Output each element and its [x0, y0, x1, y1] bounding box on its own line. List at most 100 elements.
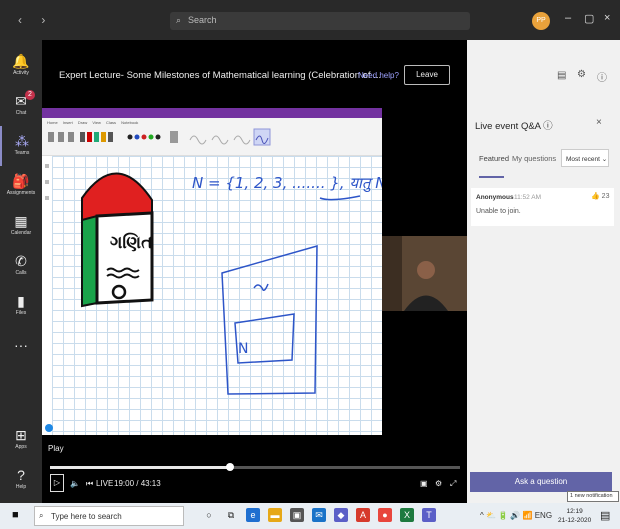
excel-icon[interactable]: X [400, 508, 414, 522]
minimize-icon[interactable]: – [565, 12, 571, 24]
question-author: Anonymous [476, 194, 514, 201]
cortana-icon[interactable]: ○ [202, 508, 216, 522]
gear-icon[interactable]: ⚙ [577, 69, 586, 80]
file-icon: ▮ [17, 293, 25, 309]
tab-my-questions[interactable]: My questions [512, 154, 556, 163]
live-label[interactable]: LIVE [96, 479, 113, 488]
avatar[interactable]: PP [532, 12, 550, 30]
rail-item-calls[interactable]: ✆ Calls [0, 246, 42, 286]
presenter-figure [382, 236, 467, 311]
backpack-icon: 🎒 [12, 173, 30, 189]
rail-label: Chat [15, 110, 27, 116]
question-text: Unable to join. [476, 208, 521, 215]
thumbs-up-icon: 👍 [591, 193, 600, 200]
play-tooltip: Play [48, 444, 64, 453]
rail-label: Calls [15, 270, 27, 276]
mail-icon[interactable]: ✉ [312, 508, 326, 522]
edge-icon[interactable]: e [246, 508, 260, 522]
question-card: Anonymous 11:52 AM 👍 23 Unable to join. [471, 188, 614, 226]
book-title: ગણિત [110, 232, 152, 253]
captions-icon[interactable]: ▣ [420, 479, 428, 488]
search-input[interactable]: ⌕ Search [170, 12, 470, 30]
close-icon[interactable]: × [604, 12, 610, 24]
rail-item-chat[interactable]: ✉ Chat 2 [0, 86, 42, 126]
player-controls: ▷ 🔈 ⏮ LIVE 19:00 / 43:13 ▣ ⚙ ⤢ [42, 472, 467, 496]
teams-taskbar-icon[interactable]: T [422, 508, 436, 522]
skip-to-live-icon[interactable]: ⏮ [86, 479, 93, 489]
rail-item-activity[interactable]: 🔔 Activity [0, 46, 42, 86]
language-indicator: ENG [534, 511, 553, 520]
windows-start-icon[interactable]: ■ [12, 509, 19, 521]
rail-item-calendar[interactable]: ▦ Calendar [0, 206, 42, 246]
search-icon: ⌕ [39, 511, 44, 520]
task-view-icon[interactable]: ⧉ [224, 508, 238, 522]
rail-label: Teams [14, 150, 30, 156]
rail-item-files[interactable]: ▮ Files [0, 286, 42, 326]
volume-icon[interactable]: 🔈 [70, 479, 80, 488]
clock-date: 21-12-2020 [558, 517, 592, 524]
taskbar-clock[interactable]: 12:19 21-12-2020 [558, 507, 591, 525]
need-help-link[interactable]: Need help? [358, 71, 399, 80]
set-notation: N = {1, 2, 3, ....... }, यातु Ns [192, 174, 382, 193]
event-title: Expert Lecture- Some Milestones of Mathe… [59, 70, 382, 81]
taskbar: ■ ⌕ Type here to search ○ ⧉ e ▬ ▣ ✉ ◆ A … [0, 503, 620, 529]
rail-label: Calendar [10, 230, 32, 236]
qa-panel-icon[interactable]: ▤ [557, 70, 566, 81]
file-explorer-icon[interactable]: ▬ [268, 508, 282, 522]
like-count: 23 [601, 193, 610, 200]
ink-drawing: ગણિત N = {1, 2, 3, ....... }, यातु Ns N [45, 164, 382, 432]
rail-item-more[interactable]: ··· [0, 330, 42, 370]
apps-icon: ⊞ [15, 427, 27, 443]
notification-tooltip: 1 new notification [567, 491, 619, 502]
fullscreen-icon[interactable]: ⤢ [450, 479, 456, 489]
acrobat-icon[interactable]: A [356, 508, 370, 522]
like-button[interactable]: 👍 23 [591, 192, 609, 200]
tab-featured[interactable]: Featured [479, 154, 509, 163]
store-icon[interactable]: ▣ [290, 508, 304, 522]
more-icon: ··· [14, 337, 28, 353]
qa-close-icon[interactable]: × [596, 117, 602, 128]
chat-icon: ✉ [15, 93, 27, 109]
settings-icon[interactable]: ⚙ [435, 479, 442, 488]
rail-label: Files [15, 310, 27, 316]
title-bar: ‹ › ⌕ Search PP – ▢ × [0, 0, 620, 40]
rail-label: Activity [13, 70, 29, 76]
search-placeholder: Search [188, 15, 217, 25]
help-icon: ? [17, 467, 25, 483]
rail-item-apps[interactable]: ⊞ Apps [0, 420, 42, 460]
chevron-down-icon: ⌄ [601, 156, 608, 163]
play-button[interactable]: ▷ [50, 474, 64, 492]
sort-dropdown[interactable]: Most recent ⌄ [561, 149, 609, 167]
notification-icon[interactable]: ▤ [600, 509, 610, 522]
presenter-video [382, 236, 467, 311]
shared-screen: Home Insert Draw View Class Notebook ગણિ… [42, 108, 382, 435]
sort-value: Most recent [566, 156, 600, 163]
rail-label: Apps [15, 444, 27, 450]
search-icon: ⌕ [176, 15, 182, 25]
qa-title: Live event Q&A ⓘ [475, 118, 553, 132]
clock-time: 12:19 [566, 508, 583, 515]
rail-item-teams[interactable]: ⁂ Teams [0, 126, 42, 166]
maximize-icon[interactable]: ▢ [584, 12, 594, 25]
seek-bar-handle[interactable] [226, 463, 235, 471]
seek-bar[interactable] [50, 463, 460, 471]
info-icon[interactable]: ⓘ [597, 69, 607, 84]
playback-time: 19:00 / 43:13 [114, 479, 161, 488]
nav-arrows[interactable]: ‹ › [18, 13, 53, 27]
taskbar-search[interactable]: ⌕ Type here to search [34, 506, 184, 526]
chrome-icon[interactable]: ● [378, 508, 392, 522]
live-event-stage: Expert Lecture- Some Milestones of Mathe… [42, 40, 467, 503]
event-header: Expert Lecture- Some Milestones of Mathe… [42, 40, 467, 100]
ask-question-button[interactable]: Ask a question [470, 472, 612, 492]
teams-icon: ⁂ [15, 133, 29, 149]
side-panel: ▤ ⚙ ⓘ Live event Q&A ⓘ × Featured My que… [467, 40, 620, 503]
rail-item-assignments[interactable]: 🎒 Assignments [0, 166, 42, 206]
rail-item-help[interactable]: ? Help [0, 460, 42, 500]
rail-label: Assignments [6, 190, 36, 196]
unread-badge: 2 [25, 90, 35, 100]
app-icon[interactable]: ◆ [334, 508, 348, 522]
qa-title-text: Live event Q&A [475, 121, 541, 132]
help-circle-icon[interactable]: ⓘ [543, 121, 553, 132]
system-tray[interactable]: ^ ⛅ 🔋 🔊 📶 ENG [480, 511, 552, 520]
leave-button[interactable]: Leave [404, 65, 450, 85]
